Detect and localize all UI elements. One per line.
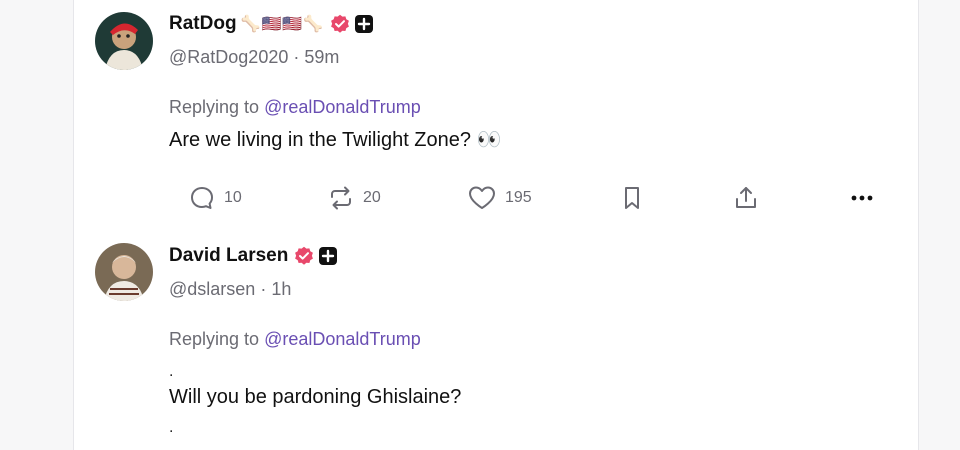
like-count: 195 [505, 189, 532, 206]
mention-link[interactable]: @realDonaldTrump [264, 329, 421, 349]
more-icon [851, 195, 873, 201]
post-text: Will you be pardoning Ghislaine? [169, 386, 462, 408]
repost-icon [331, 186, 351, 210]
repost-button[interactable]: 20 [327, 181, 381, 215]
mention-link[interactable]: @realDonaldTrump [264, 97, 421, 117]
more-button[interactable] [848, 181, 876, 215]
handle-row: @dslarsen · 1h [169, 277, 291, 301]
display-name[interactable]: RatDog [169, 13, 237, 35]
avatar[interactable] [95, 243, 153, 301]
bookmark-icon [625, 187, 639, 209]
share-button[interactable] [732, 181, 760, 215]
verified-badge-icon [330, 14, 350, 34]
replying-to: Replying to @realDonaldTrump [169, 329, 421, 350]
timestamp[interactable]: 1h [271, 279, 291, 299]
replying-to: Replying to @realDonaldTrump [169, 97, 421, 118]
post-dslarsen[interactable]: David Larsen @dslarsen · 1h Replying to [74, 230, 918, 450]
separator: · [260, 279, 272, 299]
bookmark-button[interactable] [618, 181, 646, 215]
text-dot-bottom: . [169, 419, 174, 436]
avatar[interactable] [95, 12, 153, 70]
separator: · [293, 47, 305, 67]
feed-column: RatDog 🦴🇺🇸🇺🇸🦴 @RatDog2020 · 59m Replying… [73, 0, 919, 450]
author-row: David Larsen [169, 244, 338, 268]
replying-label: Replying to [169, 329, 260, 349]
avatar-image [95, 12, 153, 70]
reply-icon [191, 187, 213, 209]
heart-icon [469, 186, 495, 209]
avatar-image [95, 243, 153, 301]
post-ratdog[interactable]: RatDog 🦴🇺🇸🇺🇸🦴 @RatDog2020 · 59m Replying… [74, 0, 918, 230]
reply-count: 10 [224, 189, 242, 206]
display-name[interactable]: David Larsen [169, 245, 288, 267]
plus-badge-icon [319, 247, 338, 265]
repost-count: 20 [363, 189, 381, 206]
handle[interactable]: @RatDog2020 [169, 47, 288, 67]
post-text: Are we living in the Twilight Zone? 👀 [169, 129, 502, 151]
timestamp[interactable]: 59m [304, 47, 339, 67]
name-emojis: 🦴🇺🇸🇺🇸🦴 [240, 16, 325, 33]
handle[interactable]: @dslarsen [169, 279, 255, 299]
plus-badge-icon [355, 15, 374, 33]
share-icon [736, 187, 756, 208]
action-bar: 10 20 195 [74, 181, 918, 215]
verified-badge-icon [294, 246, 314, 266]
author-row: RatDog 🦴🇺🇸🇺🇸🦴 [169, 12, 374, 36]
text-dot-top: . [169, 363, 174, 380]
reply-button[interactable]: 10 [188, 181, 242, 215]
replying-label: Replying to [169, 97, 260, 117]
handle-row: @RatDog2020 · 59m [169, 45, 339, 69]
like-button[interactable]: 195 [467, 181, 532, 215]
